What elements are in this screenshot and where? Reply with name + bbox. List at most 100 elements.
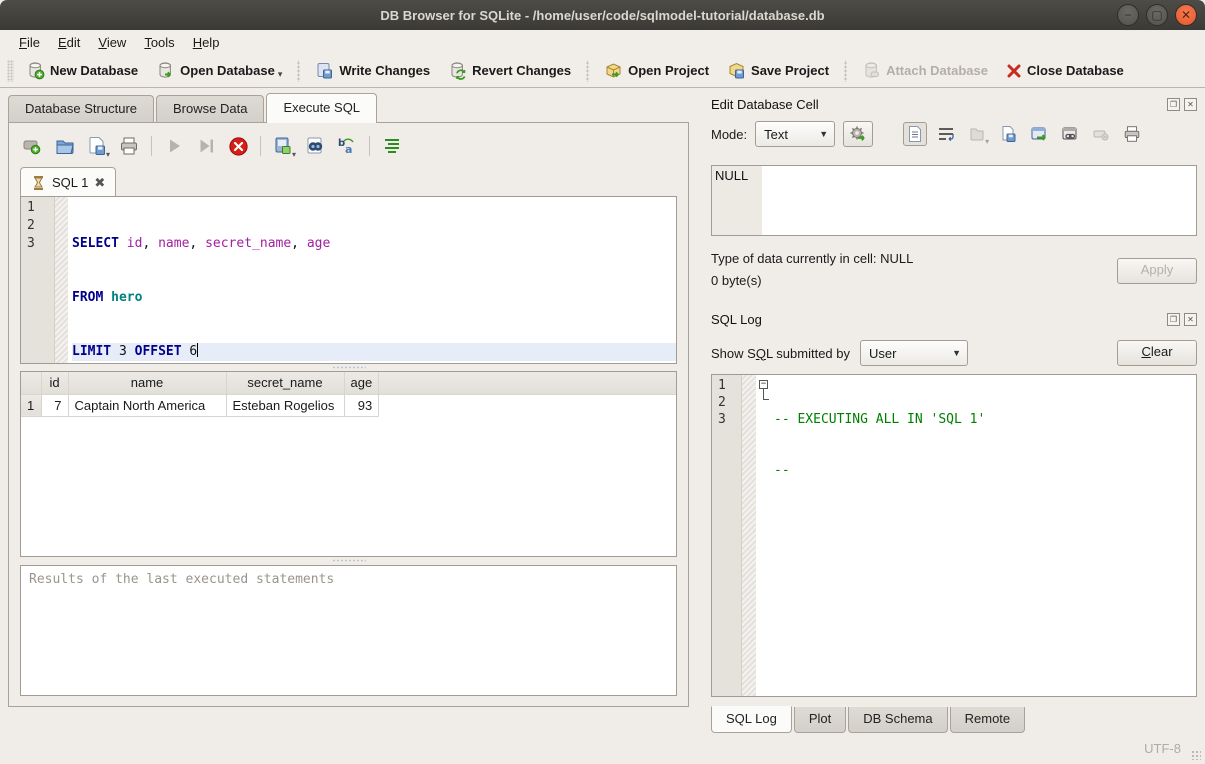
save-results-dropdown-icon[interactable]: ▾ xyxy=(292,150,296,159)
print-button[interactable] xyxy=(116,133,142,159)
cell-value-text: NULL xyxy=(712,166,748,183)
cell-name[interactable]: Captain North America xyxy=(68,394,226,416)
tab-remote[interactable]: Remote xyxy=(950,707,1026,733)
cell-value-editor[interactable]: NULL xyxy=(711,165,1197,236)
link-data-icon[interactable] xyxy=(1058,122,1082,146)
row-number[interactable]: 1 xyxy=(21,394,41,416)
cell-secret-name[interactable]: Esteban Rogelios xyxy=(226,394,344,416)
database-revert-icon xyxy=(448,61,467,80)
mode-select[interactable]: Text ▼ xyxy=(755,121,835,147)
revert-changes-button[interactable]: Revert Changes xyxy=(439,57,580,84)
open-database-label: Open Database xyxy=(180,63,275,78)
table-row[interactable]: 1 7 Captain North America Esteban Rogeli… xyxy=(21,394,676,416)
tab-sql-log[interactable]: SQL Log xyxy=(711,706,792,733)
column-header-name[interactable]: name xyxy=(68,372,226,394)
auto-switch-mode-button[interactable] xyxy=(843,121,873,147)
results-message-box[interactable]: Results of the last executed statements xyxy=(20,565,677,696)
cell-id[interactable]: 7 xyxy=(41,394,68,416)
word-wrap-icon[interactable] xyxy=(934,122,958,146)
minimize-button[interactable]: − xyxy=(1117,4,1139,26)
sql-editor[interactable]: 1 2 3 SELECT id, name, secret_name, age … xyxy=(20,196,677,364)
open-external-icon[interactable] xyxy=(1027,122,1051,146)
column-header-age[interactable]: age xyxy=(344,372,379,394)
main-toolbar: New Database Open Database ▾ Write Chang… xyxy=(0,54,1205,88)
import-file-icon[interactable]: ▾ xyxy=(965,122,989,146)
toolbar-separator xyxy=(295,60,302,82)
hourglass-icon xyxy=(31,175,46,191)
title-bar[interactable]: DB Browser for SQLite - /home/user/code/… xyxy=(0,0,1205,30)
tab-execute-sql[interactable]: Execute SQL xyxy=(266,93,377,122)
text-mode-icon[interactable] xyxy=(903,122,927,146)
print-cell-icon[interactable] xyxy=(1120,122,1144,146)
column-header-secret-name[interactable]: secret_name xyxy=(226,372,344,394)
menu-view[interactable]: View xyxy=(89,33,135,52)
export-file-icon[interactable] xyxy=(996,122,1020,146)
encoding-indicator[interactable]: UTF-8 xyxy=(1144,741,1181,756)
format-sql-button[interactable] xyxy=(379,133,405,159)
sql-log-view[interactable]: 1 2 3 − -- EXECUTING ALL IN 'SQL 1' -- xyxy=(711,374,1197,697)
log-line-numbers: 1 2 3 xyxy=(712,375,742,696)
tab-database-structure[interactable]: Database Structure xyxy=(8,95,154,122)
editor-results-splitter[interactable] xyxy=(20,364,677,371)
float-dock-icon[interactable]: ❐ xyxy=(1167,313,1180,326)
log-fold-markers[interactable]: − xyxy=(756,375,772,696)
cell-age[interactable]: 93 xyxy=(344,394,379,416)
edit-cell-mode-row: Mode: Text ▼ ▾ xyxy=(711,119,1197,149)
execute-current-line-button[interactable] xyxy=(193,133,219,159)
find-replace-button[interactable]: ba xyxy=(334,133,360,159)
tab-plot[interactable]: Plot xyxy=(794,707,846,733)
resize-grip[interactable] xyxy=(1191,750,1201,760)
clear-log-button[interactable]: Clear xyxy=(1117,340,1197,366)
sql-tab-close-icon[interactable]: ✖ xyxy=(94,175,105,191)
new-database-button[interactable]: New Database xyxy=(17,57,147,84)
column-header-id[interactable]: id xyxy=(41,372,68,394)
close-dock-icon[interactable]: ✕ xyxy=(1184,98,1197,111)
save-project-button[interactable]: Save Project xyxy=(718,57,838,84)
tab-browse-data[interactable]: Browse Data xyxy=(156,95,264,122)
stop-execution-button[interactable] xyxy=(225,133,251,159)
sql-file-tab-bar: SQL 1 ✖ xyxy=(20,167,677,196)
float-dock-icon[interactable]: ❐ xyxy=(1167,98,1180,111)
menu-edit[interactable]: Edit xyxy=(49,33,89,52)
close-button[interactable]: ✕ xyxy=(1175,4,1197,26)
close-dock-icon[interactable]: ✕ xyxy=(1184,313,1197,326)
attach-database-label: Attach Database xyxy=(886,63,988,78)
save-sql-dropdown-icon[interactable]: ▾ xyxy=(106,150,110,159)
sql-toolbar-separator xyxy=(151,136,152,156)
fold-collapse-icon[interactable]: − xyxy=(759,380,768,389)
open-database-dropdown-icon[interactable]: ▾ xyxy=(278,69,283,80)
tab-db-schema[interactable]: DB Schema xyxy=(848,707,947,733)
close-database-button[interactable]: Close Database xyxy=(997,59,1133,83)
toolbar-drag-handle[interactable] xyxy=(7,60,14,82)
apply-button[interactable]: Apply xyxy=(1117,258,1197,284)
sql-file-tab[interactable]: SQL 1 ✖ xyxy=(20,167,116,196)
sql-log-filter-row: Show SQL submitted by User ▼ Clear xyxy=(711,338,1197,368)
column-header-filler xyxy=(379,372,676,394)
open-database-button[interactable]: Open Database ▾ xyxy=(147,57,291,84)
open-sql-file-button[interactable] xyxy=(52,133,78,159)
menu-tools[interactable]: Tools xyxy=(135,33,183,52)
execute-all-button[interactable] xyxy=(161,133,187,159)
database-save-icon xyxy=(315,61,334,80)
edit-cell-toolbar: ▾ xyxy=(903,122,1144,146)
attach-database-button[interactable]: Attach Database xyxy=(853,57,997,84)
database-open-icon xyxy=(156,61,175,80)
results-message-splitter[interactable] xyxy=(20,557,677,564)
save-sql-file-button[interactable]: ▾ xyxy=(84,133,110,159)
open-project-button[interactable]: Open Project xyxy=(595,57,718,84)
find-button[interactable] xyxy=(302,133,328,159)
new-sql-tab-button[interactable] xyxy=(20,133,46,159)
submitted-by-select[interactable]: User ▼ xyxy=(860,340,968,366)
execute-sql-panel: ▾ xyxy=(8,122,689,707)
set-null-icon[interactable] xyxy=(1089,122,1113,146)
editor-code-area[interactable]: SELECT id, name, secret_name, age FROM h… xyxy=(68,197,676,363)
editor-fold-margin xyxy=(55,197,68,363)
database-plus-icon xyxy=(26,61,45,80)
menu-help[interactable]: Help xyxy=(184,33,229,52)
maximize-button[interactable]: ▢ xyxy=(1146,4,1168,26)
results-grid[interactable]: id name secret_name age 1 7 Captain Nort… xyxy=(20,371,677,557)
save-results-button[interactable]: ▾ xyxy=(270,133,296,159)
menu-file[interactable]: File xyxy=(10,33,49,52)
open-project-label: Open Project xyxy=(628,63,709,78)
write-changes-button[interactable]: Write Changes xyxy=(306,57,439,84)
